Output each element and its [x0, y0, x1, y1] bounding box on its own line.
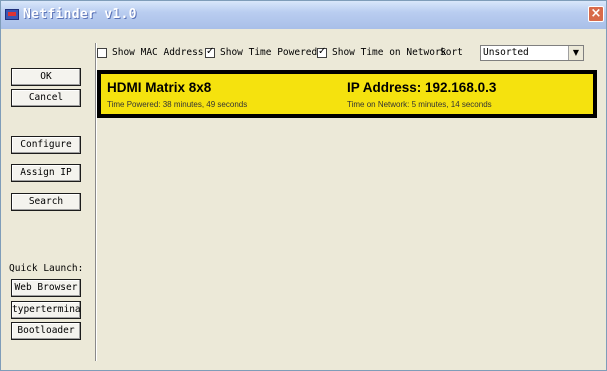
chevron-down-icon[interactable]: ▼ [568, 46, 583, 60]
title-bar[interactable]: Netfinder v1.0 × [1, 1, 606, 29]
web-browser-button[interactable]: Web Browser [11, 279, 81, 297]
typerterminal-button[interactable]: typerterminal [11, 301, 81, 319]
device-name: HDMI Matrix 8x8 [107, 80, 212, 95]
show-time-powered-option[interactable]: Show Time Powered [205, 46, 318, 58]
show-time-network-option[interactable]: Show Time on Network [317, 46, 447, 58]
app-icon [5, 9, 19, 20]
device-time-network: Time on Network: 5 minutes, 14 seconds [347, 100, 492, 109]
cancel-button[interactable]: Cancel [11, 89, 81, 107]
device-entry[interactable]: HDMI Matrix 8x8 IP Address: 192.168.0.3 … [97, 70, 597, 118]
assign-ip-button[interactable]: Assign IP [11, 164, 81, 182]
configure-button[interactable]: Configure [11, 136, 81, 154]
netfinder-window: Netfinder v1.0 × OK Cancel Configure Ass… [0, 0, 607, 371]
show-mac-checkbox[interactable] [97, 47, 107, 58]
device-time-powered: Time Powered: 38 minutes, 49 seconds [107, 100, 248, 109]
show-time-powered-label: Show Time Powered [220, 47, 318, 58]
show-time-powered-checkbox[interactable] [205, 46, 215, 58]
show-time-network-checkbox[interactable] [317, 46, 327, 58]
search-button[interactable]: Search [11, 193, 81, 211]
quick-launch-label: Quick Launch: [9, 263, 84, 274]
show-time-network-label: Show Time on Network [332, 47, 447, 58]
show-mac-label: Show MAC Address [112, 47, 204, 58]
sort-value: Unsorted [483, 47, 529, 58]
close-button[interactable]: × [588, 6, 604, 22]
sort-select[interactable]: Unsorted ▼ [480, 45, 584, 61]
show-mac-option[interactable]: Show MAC Address [97, 47, 204, 58]
sort-label: Sort [440, 47, 463, 58]
device-ip: IP Address: 192.168.0.3 [347, 80, 497, 95]
bootloader-button[interactable]: Bootloader [11, 322, 81, 340]
ok-button[interactable]: OK [11, 68, 81, 86]
window-title: Netfinder v1.0 [23, 7, 137, 22]
